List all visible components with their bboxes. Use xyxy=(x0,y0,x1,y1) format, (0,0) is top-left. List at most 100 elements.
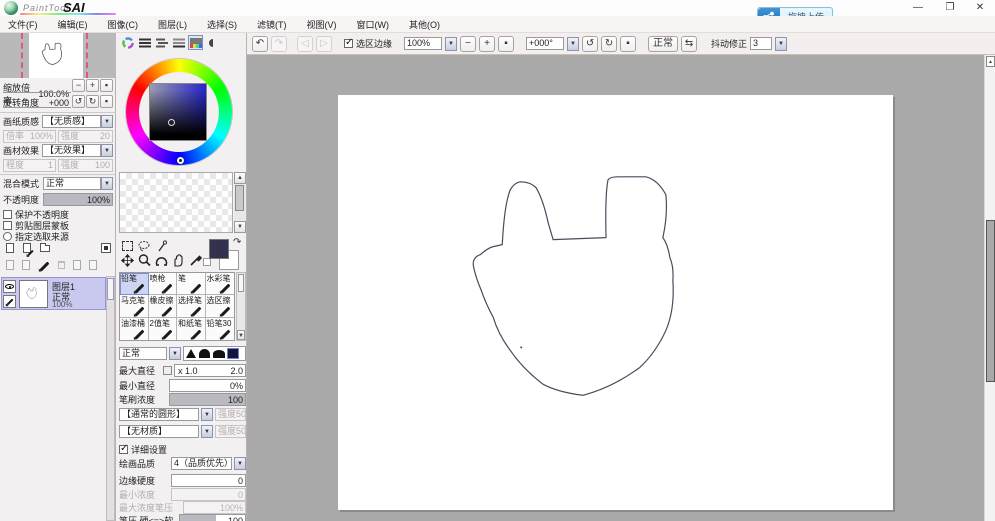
view-normal-button[interactable]: 正常 xyxy=(648,36,678,52)
brush-marker[interactable]: 马克笔 xyxy=(120,295,149,317)
layer-row-1[interactable]: 图层1 正常 100% xyxy=(1,277,106,310)
brush-blend-select[interactable]: 正常 xyxy=(119,347,167,360)
selection-source-radio[interactable] xyxy=(3,232,12,241)
edge-shape-triangle-icon[interactable] xyxy=(186,349,196,358)
view-zoom-reset-button[interactable]: ▪ xyxy=(498,36,514,52)
view-zoom-value[interactable]: 100% xyxy=(404,37,442,50)
menu-edit[interactable]: 编辑(E) xyxy=(58,18,88,31)
brush-airbrush[interactable]: 喷枪 xyxy=(149,273,178,295)
clipping-mask-checkbox[interactable] xyxy=(3,221,12,230)
zoom-tool[interactable] xyxy=(137,253,152,268)
brush-blend-dropdown-icon[interactable]: ▼ xyxy=(169,347,181,360)
transparent-color-button[interactable] xyxy=(203,258,211,266)
brush-scroll-thumb[interactable] xyxy=(238,274,244,292)
scratch-scroll-down-icon[interactable]: ▼ xyxy=(234,221,246,233)
detail-settings-checkbox[interactable] xyxy=(119,445,128,454)
menu-view[interactable]: 视图(V) xyxy=(307,18,337,31)
flip-view-button[interactable]: ⇆ xyxy=(681,36,697,52)
copy-layer-button[interactable] xyxy=(73,260,81,270)
nav-zoom-in-button[interactable]: + xyxy=(86,79,99,92)
brush-bucket[interactable]: 油漆桶 xyxy=(120,318,149,340)
brush-binary-pen[interactable]: 2值笔 xyxy=(149,318,178,340)
brush-select-pen[interactable]: 选择笔 xyxy=(177,295,206,317)
paint-quality-dropdown-icon[interactable]: ▼ xyxy=(234,457,246,470)
scratchpad-scrollbar[interactable]: ▲ ▼ xyxy=(234,172,246,233)
view-rotate-reset-button[interactable]: ▪ xyxy=(620,36,636,52)
hand-tool[interactable] xyxy=(171,253,186,268)
paint-quality-select[interactable]: 4（品质优先） xyxy=(171,457,232,470)
menu-window[interactable]: 窗口(W) xyxy=(357,18,390,31)
primary-color-swatch[interactable] xyxy=(209,239,229,259)
view-angle-dropdown-icon[interactable]: ▼ xyxy=(567,37,579,51)
canvas-vertical-scrollbar[interactable]: ▲ xyxy=(984,55,995,521)
brush-pencil[interactable]: 铅笔 xyxy=(120,273,149,295)
new-layer-folder-button[interactable] xyxy=(40,245,50,252)
max-diameter-slider[interactable]: x 1.0 2.0 xyxy=(174,364,246,377)
scratch-scroll-up-icon[interactable]: ▲ xyxy=(234,172,246,184)
jitter-dropdown-icon[interactable]: ▼ xyxy=(775,37,787,51)
selection-edge-checkbox[interactable] xyxy=(344,39,353,48)
jitter-correction-value[interactable]: 3 xyxy=(750,37,772,50)
brush-brush[interactable]: 笔 xyxy=(177,273,206,295)
edge-shape-flat-icon[interactable] xyxy=(213,350,225,358)
reselect-button[interactable]: ▷ xyxy=(316,36,332,52)
brush-pencil30[interactable]: 铅笔30 xyxy=(206,318,235,340)
color-picker-tool[interactable] xyxy=(188,253,203,268)
new-lineart-layer-button[interactable] xyxy=(23,243,31,253)
scratchpad-toggle[interactable] xyxy=(205,35,220,50)
pressure-hard-soft-slider[interactable]: 100 xyxy=(179,514,246,521)
new-layer-button[interactable] xyxy=(6,243,14,253)
brush-eraser[interactable]: 橡皮擦 xyxy=(149,295,178,317)
diameter-unit-button[interactable] xyxy=(163,366,172,375)
view-zoom-out-button[interactable]: − xyxy=(460,36,476,52)
deselect-button[interactable]: ◁ xyxy=(297,36,313,52)
layer-visible-eye-icon[interactable] xyxy=(3,280,16,293)
mixer-toggle[interactable] xyxy=(171,35,186,50)
nav-rotate-reset-button[interactable]: ▪ xyxy=(100,95,113,108)
magic-wand-tool[interactable] xyxy=(154,238,169,253)
brush-grid-scrollbar[interactable]: ▼ xyxy=(236,272,246,341)
brush-watercolor[interactable]: 水彩笔 xyxy=(206,273,235,295)
clear-layer-button[interactable] xyxy=(38,259,50,271)
paper-texture-dropdown-icon[interactable]: ▼ xyxy=(101,115,113,128)
move-tool[interactable] xyxy=(120,253,135,268)
brush-edge-shape-group[interactable] xyxy=(183,346,246,361)
menu-image[interactable]: 图像(C) xyxy=(108,18,139,31)
menu-filter[interactable]: 滤镜(T) xyxy=(257,18,287,31)
scratch-scroll-thumb[interactable] xyxy=(235,185,244,211)
menu-layer[interactable]: 图层(L) xyxy=(158,18,187,31)
undo-button[interactable]: ↶ xyxy=(252,36,268,52)
layer-mask-button[interactable] xyxy=(101,243,111,253)
canvas-workspace[interactable] xyxy=(247,55,984,521)
transfer-down-button[interactable] xyxy=(6,260,14,270)
nav-zoom-reset-button[interactable]: ▪ xyxy=(100,79,113,92)
edge-shape-round-icon[interactable] xyxy=(199,349,210,358)
brush-shape-dropdown-icon[interactable]: ▼ xyxy=(201,408,213,421)
layer-opacity-slider[interactable]: 100% xyxy=(43,193,113,206)
layer-blend-dropdown-icon[interactable]: ▼ xyxy=(101,177,113,190)
nav-zoom-out-button[interactable]: − xyxy=(72,79,85,92)
view-angle-value[interactable]: +000° xyxy=(526,37,564,50)
swap-colors-icon[interactable]: ↷ xyxy=(233,237,241,248)
drawing-canvas[interactable] xyxy=(338,95,893,510)
navigator-preview[interactable] xyxy=(0,33,116,78)
min-diameter-slider[interactable]: 0% xyxy=(169,379,246,392)
minimize-button[interactable]: — xyxy=(911,2,925,14)
brush-select-eraser[interactable]: 选区擦 xyxy=(206,295,235,317)
brush-shape-select[interactable]: 【通常的圆形】 xyxy=(119,408,199,421)
redo-button[interactable]: ↷ xyxy=(271,36,287,52)
brush-density-slider[interactable]: 100 xyxy=(169,393,246,406)
rotate-canvas-tool[interactable] xyxy=(154,253,169,268)
color-wheel-toggle[interactable] xyxy=(120,35,135,50)
layer-blend-select[interactable]: 正常 xyxy=(43,177,101,190)
nav-rotate-ccw-button[interactable]: ↺ xyxy=(72,95,85,108)
rgb-slider-toggle[interactable] xyxy=(137,35,152,50)
paper-texture-select[interactable]: 【无质感】 xyxy=(42,115,101,128)
paper-effect-select[interactable]: 【无效果】 xyxy=(42,144,101,157)
hsv-slider-toggle[interactable] xyxy=(154,35,169,50)
brush-washi-pen[interactable]: 和纸笔 xyxy=(177,318,206,340)
hue-cursor[interactable] xyxy=(177,157,184,164)
rect-select-tool[interactable] xyxy=(120,238,135,253)
view-rotate-cw-button[interactable]: ↻ xyxy=(601,36,617,52)
swatches-toggle[interactable] xyxy=(188,35,203,50)
